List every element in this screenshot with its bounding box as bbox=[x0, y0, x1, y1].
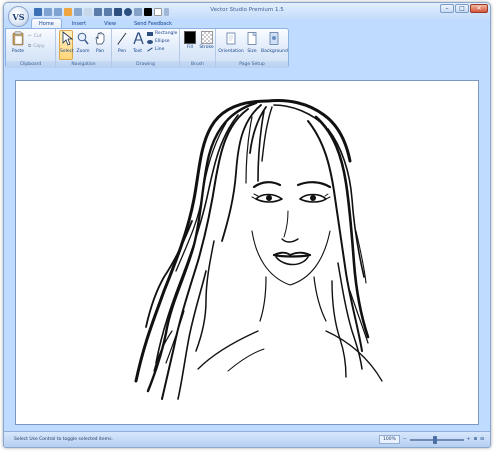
size-button[interactable]: Size bbox=[246, 31, 258, 54]
group-navigation: Select Zoom Pan Navigation bbox=[56, 29, 112, 68]
select-arrow-icon bbox=[62, 31, 73, 46]
fill-swatch-icon bbox=[184, 31, 196, 44]
ellipse-label: Ellipse bbox=[155, 39, 170, 44]
page-setup-group-label: Page Setup bbox=[216, 61, 288, 68]
canvas-area bbox=[4, 68, 490, 431]
zoom-controls: 100% − + ⊞ ⊟ bbox=[379, 435, 484, 444]
select-label: Select bbox=[60, 49, 74, 54]
zoom-in-icon[interactable]: + bbox=[467, 437, 471, 442]
drawing-canvas[interactable] bbox=[15, 80, 479, 425]
text-label: Text bbox=[132, 49, 143, 54]
text-button[interactable]: Text bbox=[131, 31, 144, 54]
stroke-swatch-icon bbox=[200, 31, 213, 44]
fill-button[interactable]: Fill bbox=[183, 31, 197, 50]
brush-group-label: Brush bbox=[180, 61, 215, 68]
ribbon: Paste ✂ Cut ⧉ Copy Clipboard Select Zoom… bbox=[5, 28, 289, 68]
zoom-slider[interactable] bbox=[409, 435, 464, 444]
line-label: Line bbox=[155, 47, 165, 52]
rectangle-button[interactable]: Rectangle bbox=[147, 31, 177, 36]
paste-label: Paste bbox=[11, 49, 25, 54]
app-window: Vector Studio Premium 1.5 – □ ✕ VS Home … bbox=[3, 2, 491, 448]
line-icon bbox=[147, 47, 153, 52]
pen-icon bbox=[117, 32, 127, 45]
line-button[interactable]: Line bbox=[147, 47, 164, 52]
paste-icon bbox=[12, 31, 24, 46]
rectangle-icon bbox=[147, 31, 153, 36]
ellipse-icon bbox=[147, 39, 153, 44]
zoom-slider-thumb[interactable] bbox=[432, 435, 437, 444]
pan-label: Pan bbox=[95, 49, 105, 54]
background-button[interactable]: Background bbox=[261, 31, 288, 54]
stroke-button[interactable]: Stroke bbox=[199, 31, 214, 50]
rectangle-label: Rectangle bbox=[155, 31, 178, 36]
zoom-button[interactable]: Zoom bbox=[76, 31, 90, 54]
copy-label: Copy bbox=[33, 43, 45, 49]
size-label: Size bbox=[247, 49, 257, 54]
app-logo: VS bbox=[12, 11, 25, 22]
background-label: Background bbox=[261, 49, 288, 54]
minimize-button[interactable]: – bbox=[440, 4, 454, 13]
status-message: Select Use Control to toggle selected it… bbox=[14, 437, 113, 442]
fill-label: Fill bbox=[186, 45, 193, 50]
fit-width-icon[interactable]: ⊟ bbox=[480, 437, 484, 442]
pan-button[interactable]: Pan bbox=[93, 31, 107, 54]
maximize-button[interactable]: □ bbox=[455, 4, 469, 13]
page-size-icon bbox=[247, 31, 257, 45]
orientation-button[interactable]: Orientation bbox=[218, 31, 244, 54]
fit-page-icon[interactable]: ⊞ bbox=[473, 437, 477, 442]
clipboard-group-label: Clipboard bbox=[6, 61, 55, 68]
pen-button[interactable]: Pen bbox=[116, 31, 128, 54]
scissors-icon: ✂ bbox=[28, 34, 32, 39]
copy-icon: ⧉ bbox=[28, 44, 32, 49]
close-button[interactable]: ✕ bbox=[470, 4, 488, 13]
window-controls: – □ ✕ bbox=[440, 4, 488, 13]
group-clipboard: Paste ✂ Cut ⧉ Copy Clipboard bbox=[6, 29, 56, 68]
drawing-group-label: Drawing bbox=[112, 61, 179, 68]
cut-label: Cut bbox=[33, 34, 42, 39]
orientation-label: Orientation bbox=[218, 49, 244, 54]
navigation-group-label: Navigation bbox=[56, 61, 111, 68]
copy-button[interactable]: ⧉ Copy bbox=[28, 43, 45, 50]
zoom-level[interactable]: 100% bbox=[379, 435, 400, 444]
application-button[interactable]: VS bbox=[8, 6, 29, 27]
woman-portrait-illustration[interactable] bbox=[16, 81, 480, 426]
background-icon bbox=[269, 32, 278, 45]
group-brush: Fill Stroke Brush bbox=[180, 29, 216, 68]
paste-button[interactable]: Paste bbox=[10, 31, 26, 54]
text-icon bbox=[132, 32, 144, 45]
cut-button[interactable]: ✂ Cut bbox=[28, 34, 42, 39]
group-page-setup: Orientation Size Background Page Setup bbox=[216, 29, 288, 68]
select-button[interactable]: Select bbox=[60, 31, 74, 54]
status-bar: Select Use Control to toggle selected it… bbox=[4, 431, 490, 447]
window-title: Vector Studio Premium 1.5 bbox=[210, 7, 284, 13]
group-drawing: Pen Text Rectangle Ellipse Line Drawing bbox=[112, 29, 180, 68]
zoom-label: Zoom bbox=[76, 49, 90, 54]
orientation-icon bbox=[226, 32, 236, 45]
pen-label: Pen bbox=[117, 49, 127, 54]
title-bar: Vector Studio Premium 1.5 – □ ✕ bbox=[4, 3, 490, 19]
ellipse-button[interactable]: Ellipse bbox=[147, 39, 170, 44]
magnifier-icon bbox=[77, 32, 89, 45]
stroke-label: Stroke bbox=[199, 45, 214, 50]
hand-icon bbox=[95, 32, 105, 45]
zoom-out-icon[interactable]: − bbox=[403, 437, 407, 442]
